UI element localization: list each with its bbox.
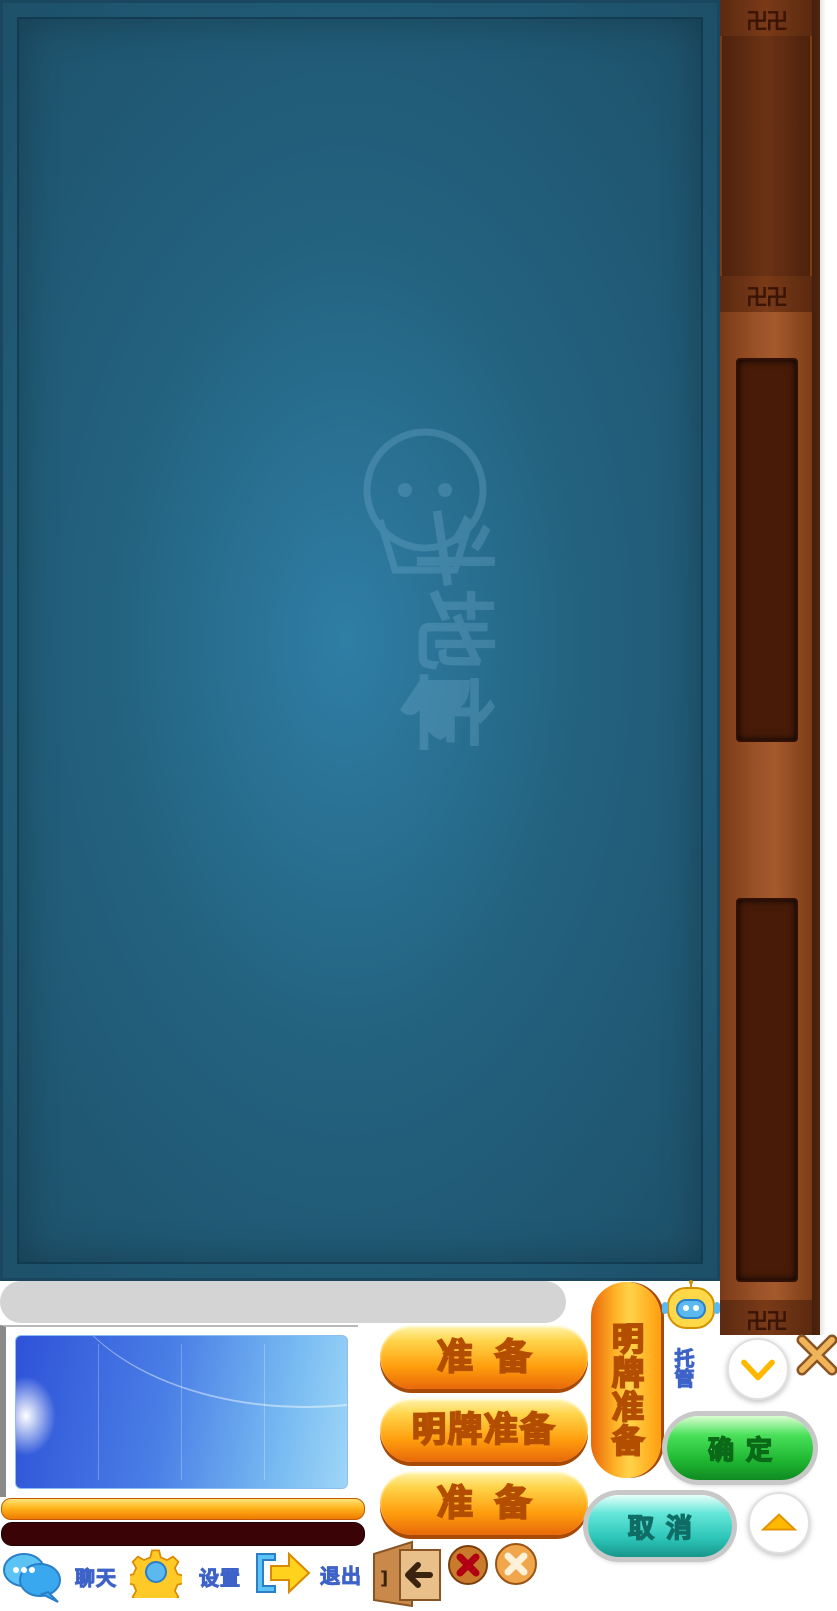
chat-label[interactable]: 聊天 (75, 1562, 117, 1591)
panel-divider (181, 1344, 182, 1480)
orange-x-icon[interactable] (494, 1542, 538, 1586)
message-bar[interactable] (0, 1281, 566, 1323)
gear-icon[interactable] (130, 1546, 182, 1598)
dropdown-button[interactable] (727, 1338, 789, 1400)
panel-glow (16, 1376, 56, 1456)
robot-icon[interactable] (660, 1280, 722, 1334)
red-x-icon[interactable] (447, 1544, 489, 1586)
progress-bar-orange (1, 1498, 365, 1520)
panel-highlight (56, 1336, 347, 1408)
panel-divider (264, 1344, 265, 1480)
rail-bottom-cap: 卍卍 (720, 1300, 812, 1335)
svg-text:]: ] (380, 1568, 388, 1589)
rail-panel (722, 36, 810, 276)
exit-label[interactable]: 退出 (320, 1560, 362, 1589)
vertical-button-label: 明牌准备 (607, 1321, 645, 1459)
triangle-up-icon (760, 1513, 798, 1531)
settings-label[interactable]: 设置 (199, 1562, 241, 1591)
close-x-icon[interactable] (796, 1334, 837, 1376)
ready-button-alt[interactable]: 准备 (380, 1471, 588, 1535)
chat-bubbles-icon[interactable] (2, 1548, 64, 1604)
player-info-panel (15, 1335, 348, 1489)
cancel-button[interactable]: 取消 (588, 1495, 732, 1557)
watermark-text: 斗地主 (405, 507, 500, 753)
confirm-button[interactable]: 确定 (667, 1416, 813, 1480)
rail-top-cap: 卍卍 (720, 0, 812, 36)
rail-mid-cap: 卍卍 (720, 276, 812, 312)
panel-divider (98, 1344, 99, 1480)
rail-card-slot-bottom (736, 898, 798, 1282)
ready-show-cards-button[interactable]: 明牌准备 (380, 1398, 588, 1462)
collapse-button[interactable] (748, 1492, 810, 1554)
auto-play-label[interactable]: 托管 (669, 1348, 698, 1389)
rail-ornament: 卍卍 (745, 1310, 788, 1335)
door-exit-icon[interactable]: ] (372, 1540, 446, 1608)
ready-show-cards-vertical-button[interactable]: 明牌准备 (591, 1282, 661, 1478)
exit-arrow-icon[interactable] (253, 1548, 313, 1598)
table-watermark-logo: 斗地主 (363, 428, 500, 753)
rail-card-slot-top (736, 358, 798, 742)
rail-ornament: 卍卍 (745, 10, 788, 35)
ready-button[interactable]: 准备 (380, 1325, 588, 1389)
wood-side-rail: 卍卍 卍卍 卍卍 (720, 0, 820, 1335)
progress-bar-track (1, 1522, 365, 1546)
rail-shadow (812, 0, 826, 1335)
rail-ornament: 卍卍 (745, 286, 788, 311)
chevron-down-icon (741, 1359, 775, 1381)
